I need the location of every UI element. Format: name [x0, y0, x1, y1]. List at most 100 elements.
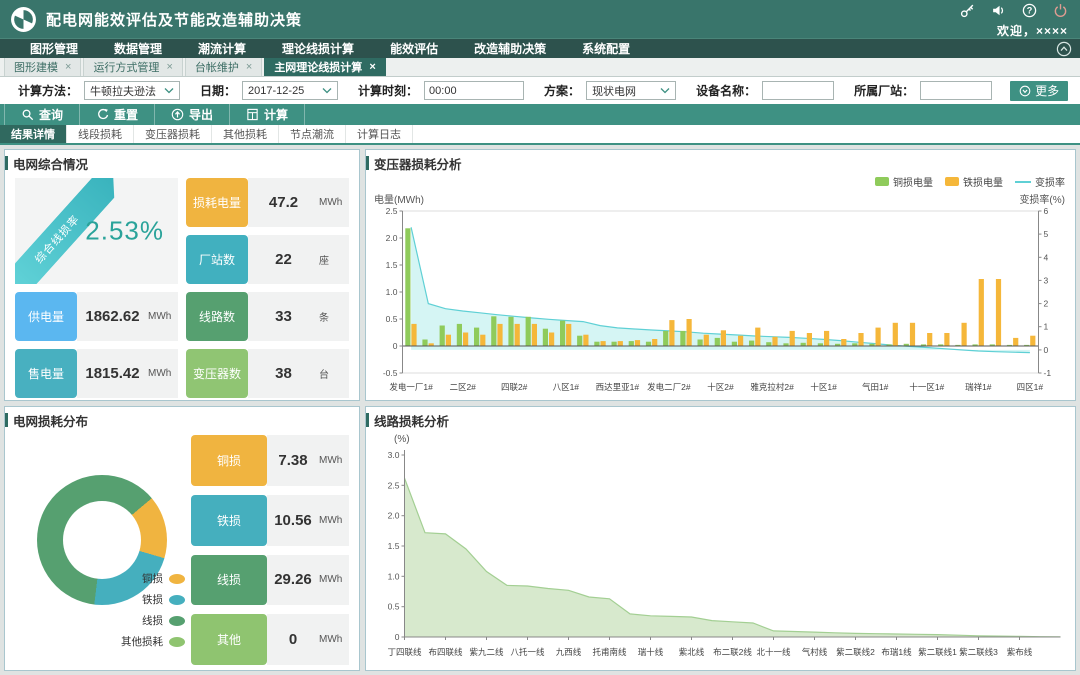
legend-other[interactable]: 其他损耗	[121, 634, 185, 649]
menu-item-system[interactable]: 系统配置	[582, 40, 630, 57]
subtab-other-loss[interactable]: 其他损耗	[212, 125, 279, 143]
metric-card-lines: 线路数 33条	[186, 292, 349, 341]
result-subtabs: 结果详情 线段损耗 变压器损耗 其他损耗 节点潮流 计算日志	[0, 125, 1080, 145]
close-icon[interactable]: ×	[166, 62, 172, 73]
export-button[interactable]: 导出	[154, 104, 229, 125]
subtab-transformer-loss[interactable]: 变压器损耗	[134, 125, 212, 143]
y-axis-left-caption: 电量(MWh)	[374, 191, 424, 206]
svg-text:四联2#: 四联2#	[501, 382, 528, 392]
calculator-icon	[246, 108, 259, 121]
svg-text:2: 2	[1044, 299, 1049, 309]
circle-arrow-up-icon	[171, 108, 184, 121]
svg-text:1.5: 1.5	[386, 260, 398, 270]
menu-item-data[interactable]: 数据管理	[114, 40, 162, 57]
page-title: 配电网能效评估及节能改造辅助决策	[46, 9, 302, 30]
menu-item-efficiency[interactable]: 能效评估	[390, 40, 438, 57]
tab-main-grid-lineloss[interactable]: 主网理论线损计算×	[264, 57, 385, 76]
panel-title: 电网综合情况	[13, 154, 88, 173]
app-header: 配电网能效评估及节能改造辅助决策 ? 欢迎，××××	[0, 0, 1080, 38]
calc-method-label: 计算方法：	[18, 82, 78, 99]
circle-chevron-down-icon	[1019, 85, 1031, 97]
svg-text:十区2#: 十区2#	[707, 382, 734, 392]
svg-text:丁四联线: 丁四联线	[387, 647, 422, 657]
svg-text:?: ?	[1027, 6, 1033, 16]
svg-text:紫九二线: 紫九二线	[469, 647, 504, 657]
legend-iron-loss[interactable]: 铁损电量	[945, 174, 1003, 189]
legend-iron[interactable]: 铁损	[121, 592, 185, 607]
subtab-calc-log[interactable]: 计算日志	[346, 125, 413, 143]
close-icon[interactable]: ×	[65, 62, 71, 73]
svg-text:-0.5: -0.5	[383, 368, 398, 378]
main-menubar: 图形管理 数据管理 潮流计算 理论线损计算 能效评估 改造辅助决策 系统配置	[0, 38, 1080, 58]
dashboard-content: 电网综合情况 综合线损率 2.53% 供电量 1862.62MWh 售电量 18…	[0, 145, 1080, 675]
svg-text:紫二联线2: 紫二联线2	[836, 647, 875, 657]
menu-item-retrofit[interactable]: 改造辅助决策	[474, 40, 546, 57]
tab-graphic-modeling[interactable]: 图形建模×	[4, 57, 81, 76]
power-icon[interactable]	[1053, 3, 1068, 18]
y-axis-right-caption: 变损率(%)	[1019, 191, 1065, 206]
svg-text:布瑞1线: 布瑞1线	[881, 647, 912, 657]
refresh-icon	[96, 108, 109, 121]
key-icon[interactable]	[960, 3, 975, 18]
svg-text:发电一厂1#: 发电一厂1#	[389, 382, 433, 392]
reset-button[interactable]: 重置	[79, 104, 154, 125]
speaker-icon[interactable]	[991, 3, 1006, 18]
subtab-node-powerflow[interactable]: 节点潮流	[279, 125, 346, 143]
line-loss-chart: 00.51.01.52.02.53.0丁四联线布四联线紫九二线八托一线九西线托甫…	[366, 445, 1075, 661]
svg-text:瑞祥1#: 瑞祥1#	[965, 382, 992, 392]
collapse-up-icon[interactable]	[1056, 41, 1072, 57]
help-icon[interactable]: ?	[1022, 3, 1037, 18]
svg-text:0.5: 0.5	[388, 602, 400, 612]
svg-text:紫二联线3: 紫二联线3	[959, 647, 998, 657]
svg-text:西达里亚1#: 西达里亚1#	[596, 382, 640, 392]
menu-item-graphics[interactable]: 图形管理	[30, 40, 78, 57]
title-accent	[5, 156, 8, 170]
overall-lossrate-value: 2.53%	[85, 216, 164, 247]
legend-line[interactable]: 线损	[121, 613, 185, 628]
chevron-down-icon	[322, 87, 332, 94]
svg-text:气村线: 气村线	[802, 647, 828, 657]
svg-text:紫北线: 紫北线	[679, 647, 705, 657]
calc-method-select[interactable]: 牛顿拉夫逊法	[84, 81, 180, 100]
tab-operation-mode[interactable]: 运行方式管理×	[83, 57, 182, 76]
svg-text:北十一线: 北十一线	[756, 647, 791, 657]
query-button[interactable]: 查询	[4, 104, 79, 125]
date-select[interactable]: 2017-12-25	[242, 81, 338, 100]
svg-text:发电二厂2#: 发电二厂2#	[647, 382, 691, 392]
svg-text:6: 6	[1044, 206, 1049, 216]
subtab-segment-loss[interactable]: 线段损耗	[67, 125, 134, 143]
metric-card-supply: 供电量 1862.62MWh	[15, 292, 178, 341]
svg-text:0: 0	[393, 341, 398, 351]
device-name-input[interactable]	[762, 81, 834, 100]
panel-loss-distribution: 电网损耗分布 铜损 铁损 线损 其他损耗 铜损 7.38MWh	[4, 406, 360, 671]
calculate-button[interactable]: 计算	[229, 104, 305, 125]
transformer-chart-legend: 铜损电量 铁损电量 变损率	[875, 174, 1065, 189]
svg-text:0: 0	[395, 632, 400, 642]
svg-text:2.5: 2.5	[386, 206, 398, 216]
y-axis-caption: (%)	[394, 434, 410, 445]
calc-time-label: 计算时刻：	[358, 82, 418, 99]
metric-card-iron-loss: 铁损 10.56MWh	[191, 495, 349, 546]
scheme-select[interactable]: 现状电网	[586, 81, 676, 100]
donut-hole	[63, 501, 141, 579]
menu-item-powerflow[interactable]: 潮流计算	[198, 40, 246, 57]
legend-loss-rate[interactable]: 变损率	[1015, 174, 1065, 189]
subtab-result-detail[interactable]: 结果详情	[0, 125, 67, 143]
more-button[interactable]: 更多	[1010, 81, 1068, 101]
svg-text:2.0: 2.0	[388, 511, 400, 521]
svg-text:1.0: 1.0	[386, 287, 398, 297]
station-input[interactable]	[920, 81, 992, 100]
legend-copper-loss[interactable]: 铜损电量	[875, 174, 933, 189]
menu-item-lineloss[interactable]: 理论线损计算	[282, 40, 354, 57]
svg-text:四区1#: 四区1#	[1017, 382, 1044, 392]
svg-text:4: 4	[1044, 252, 1049, 262]
title-accent	[5, 413, 8, 427]
title-accent	[366, 156, 369, 170]
calc-time-input[interactable]	[424, 81, 524, 100]
legend-copper[interactable]: 铜损	[121, 571, 185, 586]
close-icon[interactable]: ×	[369, 62, 375, 73]
panel-grid-overview: 电网综合情况 综合线损率 2.53% 供电量 1862.62MWh 售电量 18…	[4, 149, 360, 401]
close-icon[interactable]: ×	[246, 62, 252, 73]
station-label: 所属厂站：	[854, 82, 914, 99]
tab-ledger-maintenance[interactable]: 台帐维护×	[185, 57, 262, 76]
